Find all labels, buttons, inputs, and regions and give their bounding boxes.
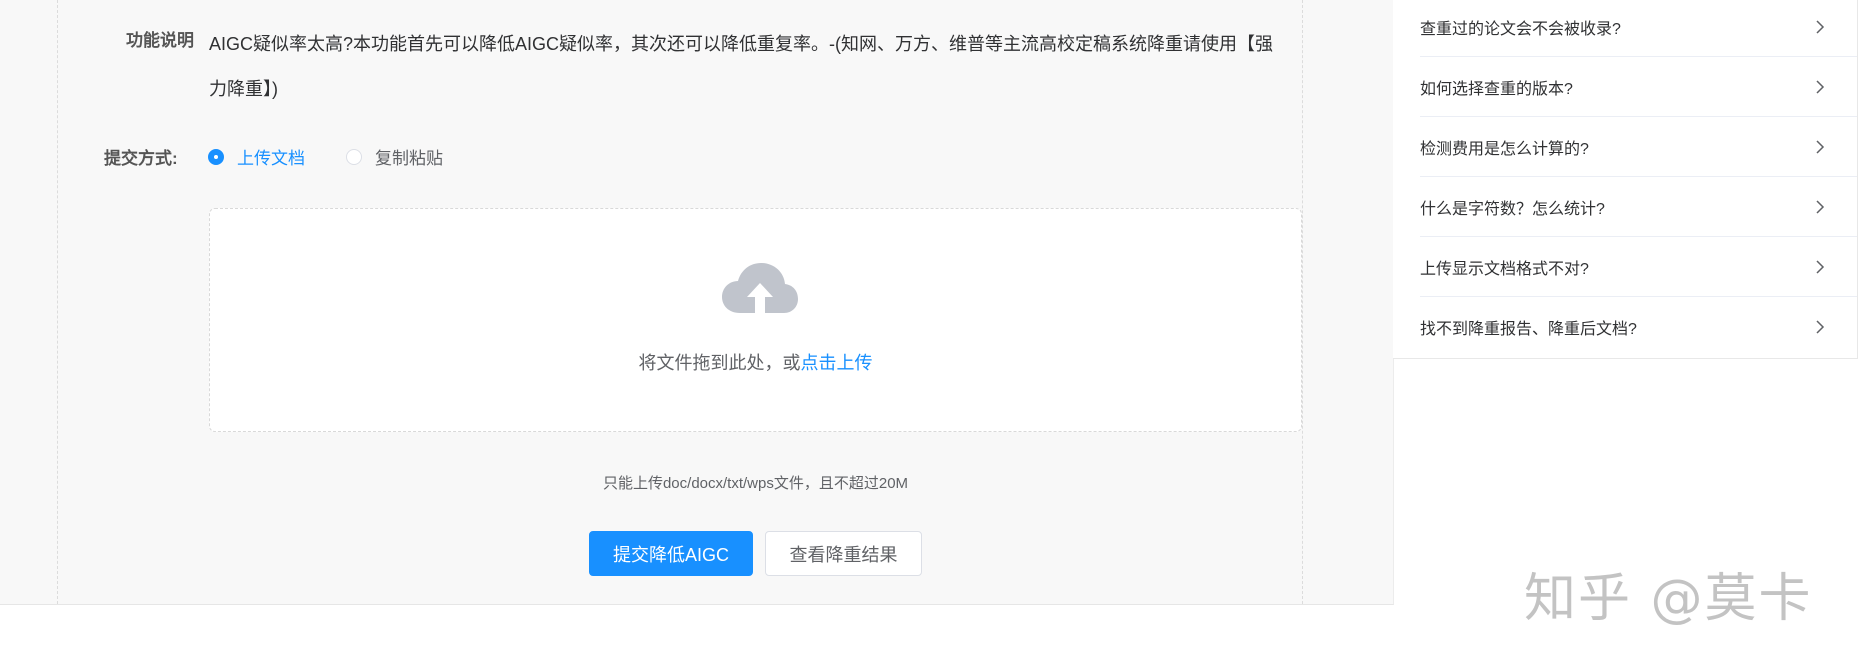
description-label: 功能说明 — [126, 31, 194, 50]
radio-copy-paste[interactable]: 复制粘贴 — [346, 144, 443, 169]
faq-panel: 查重过的论文会不会被收录? 如何选择查重的版本? 检测费用是怎么计算的? 什么是… — [1393, 0, 1858, 359]
chevron-right-icon — [1816, 199, 1825, 214]
click-upload-link[interactable]: 点击上传 — [801, 353, 873, 373]
dropzone-text: 将文件拖到此处，或点击上传 — [210, 349, 1301, 375]
submit-method-label: 提交方式: — [104, 149, 178, 168]
view-result-button[interactable]: 查看降重结果 — [765, 531, 922, 576]
chevron-right-icon — [1816, 139, 1825, 154]
faq-item-text: 检测费用是怎么计算的? — [1420, 140, 1589, 158]
chevron-right-icon — [1816, 19, 1825, 34]
chevron-right-icon — [1816, 320, 1825, 334]
submit-reduce-aigc-button[interactable]: 提交降低AIGC — [589, 531, 753, 576]
faq-item[interactable]: 什么是字符数？怎么统计? — [1420, 177, 1857, 237]
main-panel: 功能说明 AIGC疑似率太高?本功能首先可以降低AIGC疑似率，其次还可以降低重… — [0, 0, 1394, 605]
drag-text: 将文件拖到此处，或 — [638, 353, 801, 373]
cloud-upload-icon — [722, 263, 798, 321]
faq-item[interactable]: 如何选择查重的版本? — [1420, 57, 1857, 117]
upload-hint: 只能上传doc/docx/txt/wps文件，且不超过20M — [602, 475, 909, 492]
chevron-right-icon — [1816, 79, 1825, 94]
faq-item-text: 如何选择查重的版本? — [1420, 80, 1573, 98]
radio-paste-label: 复制粘贴 — [375, 149, 443, 168]
faq-item[interactable]: 上传显示文档格式不对? — [1420, 237, 1857, 297]
faq-item[interactable]: 检测费用是怎么计算的? — [1420, 117, 1857, 177]
faq-item-text: 找不到降重报告、降重后文档? — [1420, 321, 1637, 338]
watermark: 知乎 @莫卡 — [1524, 569, 1813, 629]
faq-item[interactable]: 查重过的论文会不会被收录? — [1420, 0, 1857, 57]
radio-unchecked-icon[interactable] — [346, 148, 362, 165]
chevron-right-icon — [1816, 259, 1825, 274]
radio-checked-icon[interactable] — [208, 148, 224, 165]
faq-item-text: 查重过的论文会不会被收录? — [1420, 20, 1621, 38]
faq-item-text: 什么是字符数？怎么统计? — [1420, 200, 1605, 218]
faq-item[interactable]: 找不到降重报告、降重后文档? — [1420, 297, 1857, 357]
faq-item-text: 上传显示文档格式不对? — [1420, 260, 1589, 278]
radio-upload-document[interactable]: 上传文档 — [208, 144, 305, 169]
description-text: AIGC疑似率太高?本功能首先可以降低AIGC疑似率，其次还可以降低重复率。-(… — [209, 34, 1274, 99]
upload-dropzone[interactable]: 将文件拖到此处，或点击上传 — [209, 208, 1302, 432]
radio-upload-label: 上传文档 — [237, 149, 305, 168]
